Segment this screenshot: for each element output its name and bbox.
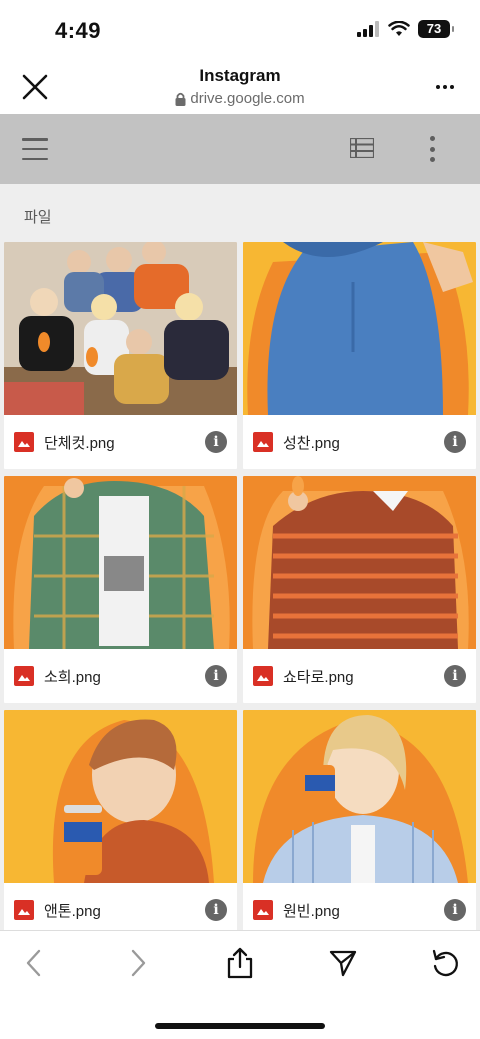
send-icon [329,950,357,977]
file-browser: 파일 단체컷.png i 성찬.png i 소희.png i 쇼타로.png i… [0,184,480,930]
striped-sweater-thumbnail [243,476,476,649]
signal-icon [357,21,379,37]
file-card[interactable]: 성찬.png i [243,242,476,469]
file-card[interactable]: 쇼타로.png i [243,476,476,703]
image-file-icon [253,432,273,452]
page-title: Instagram [199,66,281,85]
browser-bottom-bar [0,930,480,1039]
browser-header: Instagram drive.google.com [0,62,480,114]
file-meta[interactable]: 소희.png i [4,649,237,703]
more-horizontal-icon [436,85,454,89]
file-name: 성찬.png [283,434,340,452]
image-file-icon [253,900,273,920]
file-card[interactable]: 단체컷.png i [4,242,237,469]
file-meta[interactable]: 원빈.png i [243,883,476,930]
info-icon[interactable]: i [444,431,466,453]
portrait-orange-thumbnail [4,710,237,883]
file-thumbnail[interactable] [243,242,476,415]
forward-button[interactable] [120,945,156,981]
drive-toolbar [0,114,480,184]
group-photo-thumbnail [4,242,237,415]
file-grid: 단체컷.png i 성찬.png i 소희.png i 쇼타로.png i 앤톤… [4,242,476,930]
file-meta[interactable]: 단체컷.png i [4,415,237,469]
back-button[interactable] [16,945,52,981]
file-card[interactable]: 소희.png i [4,476,237,703]
status-time: 4:49 [55,18,102,43]
file-name: 단체컷.png [44,434,115,452]
status-bar: 4:49 73 [0,0,480,62]
share-button[interactable] [222,945,258,981]
file-card[interactable]: 원빈.png i [243,710,476,930]
list-view-icon [348,136,376,160]
reload-button[interactable] [427,945,463,981]
info-icon[interactable]: i [444,899,466,921]
more-vertical-icon[interactable] [426,136,438,162]
image-file-icon [14,900,34,920]
url-display[interactable]: drive.google.com [0,90,480,107]
file-thumbnail[interactable] [243,476,476,649]
file-thumbnail[interactable] [243,710,476,883]
section-label: 파일 [24,209,52,226]
image-file-icon [253,666,273,686]
wifi-icon [388,21,410,36]
portrait-blonde-thumbnail [243,710,476,883]
info-icon[interactable]: i [205,431,227,453]
file-name: 소희.png [44,668,101,686]
image-file-icon [14,432,34,452]
url-text: drive.google.com [190,90,305,107]
send-button[interactable] [325,945,361,981]
more-options-button[interactable] [430,72,460,102]
list-view-button[interactable] [348,136,376,163]
hamburger-menu-icon[interactable] [22,138,48,160]
lock-icon [175,92,186,106]
chevron-right-icon [131,949,146,977]
share-icon [227,947,253,979]
image-file-icon [14,666,34,686]
file-meta[interactable]: 쇼타로.png i [243,649,476,703]
file-name: 원빈.png [283,902,340,920]
file-thumbnail[interactable] [4,710,237,883]
file-name: 쇼타로.png [283,668,354,686]
blue-hoodie-thumbnail [243,242,476,415]
file-meta[interactable]: 앤톤.png i [4,883,237,930]
info-icon[interactable]: i [444,665,466,687]
status-icons: 73 [356,20,454,38]
reload-icon [432,949,458,977]
file-thumbnail[interactable] [4,476,237,649]
file-name: 앤톤.png [44,902,101,920]
file-card[interactable]: 앤톤.png i [4,710,237,930]
plaid-shirt-thumbnail [4,476,237,649]
info-icon[interactable]: i [205,899,227,921]
home-indicator[interactable] [155,1023,325,1029]
info-icon[interactable]: i [205,665,227,687]
chevron-left-icon [26,949,41,977]
file-meta[interactable]: 성찬.png i [243,415,476,469]
file-thumbnail[interactable] [4,242,237,415]
battery-indicator: 73 [418,20,454,38]
